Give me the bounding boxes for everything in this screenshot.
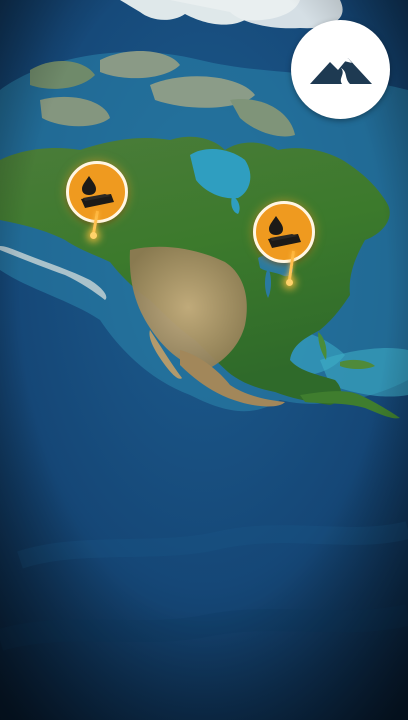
marker-east-location-dot [286,279,293,286]
oil-drop-and-coal-icon [81,176,114,208]
resource-marker-east[interactable] [253,201,315,263]
map-stage [0,0,408,720]
marker-west-location-dot [90,232,97,239]
channel-logo [291,20,390,119]
oil-drop-and-coal-icon [268,216,301,248]
mountain-river-icon [309,57,372,84]
